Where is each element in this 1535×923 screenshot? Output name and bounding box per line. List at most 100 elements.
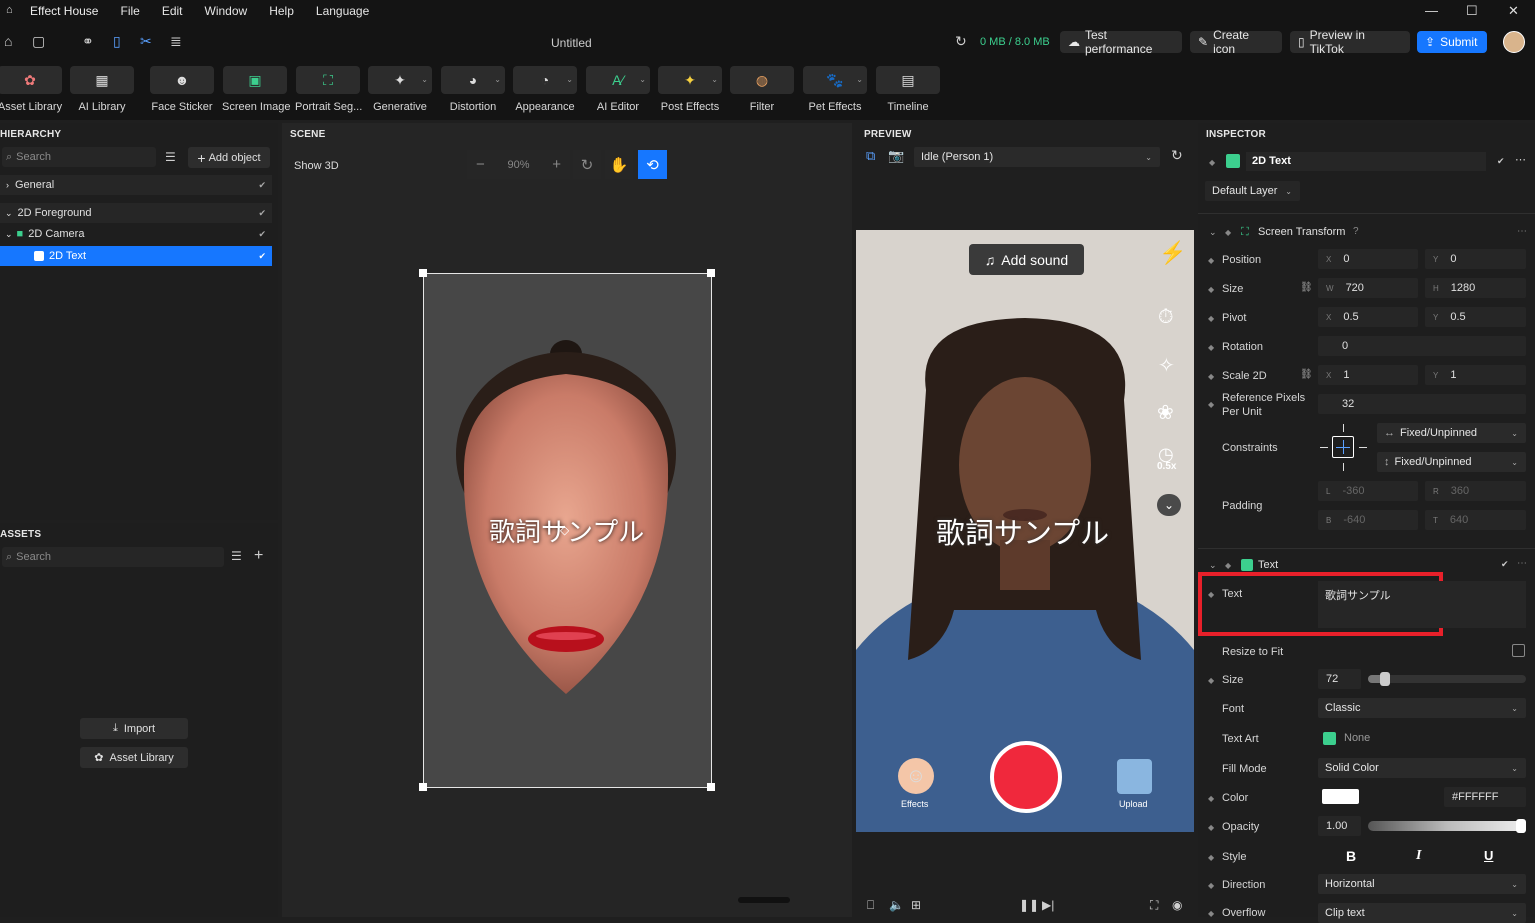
chevron-down-icon[interactable]: ⌄ bbox=[1209, 227, 1217, 238]
tool-screen-image[interactable]: ▣ Screen Image bbox=[222, 66, 290, 113]
import-button[interactable]: ⤓ Import bbox=[80, 718, 188, 739]
help-icon[interactable]: ? bbox=[1353, 226, 1359, 237]
resize-handle[interactable] bbox=[707, 269, 715, 277]
tool-face-sticker[interactable]: ☻ Face Sticker bbox=[149, 66, 215, 113]
zoom-in-icon[interactable]: + bbox=[552, 156, 561, 173]
position-y-field[interactable]: Y0 bbox=[1425, 249, 1526, 269]
close-icon[interactable]: ✕ bbox=[1508, 3, 1519, 19]
step-forward-icon[interactable]: ▶| bbox=[1042, 898, 1054, 912]
add-box-icon[interactable]: ⊞ bbox=[911, 898, 921, 912]
menu-help[interactable]: Help bbox=[269, 4, 294, 18]
size-w-field[interactable]: W 720 bbox=[1318, 278, 1418, 298]
reset-view-icon[interactable]: ↻ bbox=[573, 150, 601, 179]
menu-language[interactable]: Language bbox=[316, 4, 369, 18]
overflow-select[interactable]: Clip text ⌄ bbox=[1318, 903, 1526, 923]
scale-y-field[interactable]: Y1 bbox=[1425, 365, 1526, 385]
check-icon[interactable]: ✔ bbox=[258, 180, 266, 191]
resize-handle[interactable] bbox=[707, 783, 715, 791]
maximize-icon[interactable]: ☐ bbox=[1466, 3, 1478, 19]
add-object-button[interactable]: + Add object bbox=[188, 147, 270, 168]
script-icon[interactable]: ≣ bbox=[170, 33, 182, 50]
zoom-out-icon[interactable]: − bbox=[476, 156, 485, 173]
text-art-field[interactable]: None bbox=[1318, 728, 1526, 748]
underline-button[interactable]: U bbox=[1484, 848, 1493, 863]
more-down-icon[interactable]: ⌄ bbox=[1157, 494, 1181, 516]
test-performance-button[interactable]: ☁ Test performance bbox=[1060, 28, 1182, 56]
tool-appearance[interactable]: ◔ ⌄ Appearance bbox=[512, 66, 578, 113]
hierarchy-item-2d-camera[interactable]: ⌄ ■ 2D Camera ✔ bbox=[0, 224, 272, 244]
opacity-field[interactable]: 1.00 bbox=[1318, 816, 1361, 836]
tool-post-effects[interactable]: ✦ ⌄ Post Effects bbox=[657, 66, 723, 113]
chevron-down-icon[interactable]: ⌄ bbox=[1209, 560, 1217, 571]
tool-ai-editor[interactable]: A⁄ ⌄ AI Editor bbox=[585, 66, 651, 113]
enabled-check-icon[interactable]: ✔ bbox=[1497, 156, 1505, 167]
preview-in-tiktok-button[interactable]: ▯ Preview in TikTok bbox=[1290, 28, 1410, 56]
more-icon[interactable]: ⋯ bbox=[1517, 226, 1527, 237]
pause-icon[interactable]: ❚❚ bbox=[1019, 898, 1039, 912]
timer-icon[interactable]: ⏱ bbox=[1158, 306, 1174, 329]
padding-bottom-field[interactable]: B -640 bbox=[1318, 510, 1418, 530]
beauty-icon[interactable]: ❀ bbox=[1157, 400, 1174, 425]
opacity-slider[interactable] bbox=[1368, 819, 1526, 833]
tool-asset-library[interactable]: ✿ Asset Library bbox=[0, 66, 63, 113]
asset-library-button[interactable]: ✿ Asset Library bbox=[80, 747, 188, 768]
tools-icon[interactable]: ✂ bbox=[140, 33, 152, 50]
panel-icon[interactable]: ▢ bbox=[32, 33, 45, 50]
padding-left-field[interactable]: L -360 bbox=[1318, 481, 1418, 501]
color-hex-field[interactable]: #FFFFFF bbox=[1444, 787, 1526, 807]
hierarchy-item-general[interactable]: › General ✔ bbox=[0, 175, 272, 195]
avatar[interactable] bbox=[1503, 31, 1525, 53]
bold-button[interactable]: B bbox=[1346, 848, 1356, 864]
resize-handle[interactable] bbox=[419, 783, 427, 791]
more-icon[interactable]: ⋯ bbox=[1515, 153, 1526, 166]
home-icon[interactable]: ⌂ bbox=[4, 33, 12, 49]
size-h-field[interactable]: H 1280 bbox=[1425, 278, 1526, 298]
panel-splitter[interactable] bbox=[738, 897, 790, 903]
crop-icon[interactable]: ⛶ bbox=[1150, 898, 1158, 913]
resize-to-fit-checkbox[interactable] bbox=[1512, 644, 1525, 657]
pivot-x-field[interactable]: X 0.5 bbox=[1318, 307, 1418, 327]
layer-select[interactable]: Default Layer ⌄ bbox=[1205, 181, 1300, 201]
rppu-field[interactable]: 32 bbox=[1318, 394, 1526, 414]
menu-file[interactable]: File bbox=[120, 4, 139, 18]
link-icon[interactable]: ⛓ bbox=[1300, 369, 1313, 380]
tool-generative[interactable]: ✦ ⌄ Generative bbox=[367, 66, 433, 113]
record-dot-icon[interactable]: ◉ bbox=[1172, 898, 1182, 912]
assets-search-input[interactable]: ⌕ Search bbox=[2, 547, 224, 567]
show-3d-toggle[interactable]: Show 3D bbox=[294, 160, 339, 172]
scale-x-field[interactable]: X1 bbox=[1318, 365, 1418, 385]
position-x-field[interactable]: X0 bbox=[1318, 249, 1418, 269]
tool-ai-library[interactable]: ▦ AI Library bbox=[69, 66, 135, 113]
volume-icon[interactable]: 🔈 bbox=[889, 898, 904, 912]
fill-mode-select[interactable]: Solid Color ⌄ bbox=[1318, 758, 1526, 778]
hierarchy-search-input[interactable]: ⌕ Search bbox=[2, 147, 156, 167]
effects-icon[interactable]: ☺ bbox=[898, 758, 934, 794]
tool-timeline[interactable]: ▤ Timeline bbox=[875, 66, 941, 113]
horizontal-constraint-select[interactable]: ↔ Fixed/Unpinned ⌄ bbox=[1377, 423, 1526, 443]
check-icon[interactable]: ✔ bbox=[258, 251, 266, 262]
padding-top-field[interactable]: T 640 bbox=[1425, 510, 1526, 530]
layers-icon[interactable]: ⧉ bbox=[866, 148, 875, 164]
object-name-field[interactable]: 2D Text bbox=[1246, 152, 1486, 171]
padding-right-field[interactable]: R 360 bbox=[1425, 481, 1526, 501]
font-size-slider[interactable] bbox=[1368, 672, 1526, 686]
link-icon[interactable]: ⛓ bbox=[1300, 282, 1313, 293]
vertical-constraint-select[interactable]: ↕ Fixed/Unpinned ⌄ bbox=[1377, 452, 1526, 472]
tool-filter[interactable]: ◍ Filter bbox=[729, 66, 795, 113]
pivot-icon[interactable]: ◇ bbox=[560, 523, 569, 537]
slider-handle[interactable] bbox=[1516, 819, 1526, 833]
tool-distortion[interactable]: ◕ ⌄ Distortion bbox=[440, 66, 506, 113]
text-content-field[interactable]: 歌詞サンプル bbox=[1318, 581, 1526, 628]
check-icon[interactable]: ✔ bbox=[258, 208, 266, 219]
minimize-icon[interactable]: — bbox=[1425, 3, 1438, 18]
submit-button[interactable]: ⇪ Submit bbox=[1417, 31, 1487, 53]
pivot-y-field[interactable]: Y 0.5 bbox=[1425, 307, 1526, 327]
phone-icon[interactable]: ▯ bbox=[113, 33, 121, 50]
flash-icon[interactable]: ⚡ bbox=[1159, 240, 1186, 266]
add-icon[interactable]: + bbox=[254, 547, 263, 565]
graph-icon[interactable]: ⚭ bbox=[82, 33, 94, 50]
menu-edit[interactable]: Edit bbox=[162, 4, 183, 18]
font-size-field[interactable]: 72 bbox=[1318, 669, 1361, 689]
font-select[interactable]: Classic ⌄ bbox=[1318, 698, 1526, 718]
tool-portrait-seg[interactable]: ⛶ Portrait Seg... bbox=[295, 66, 362, 113]
